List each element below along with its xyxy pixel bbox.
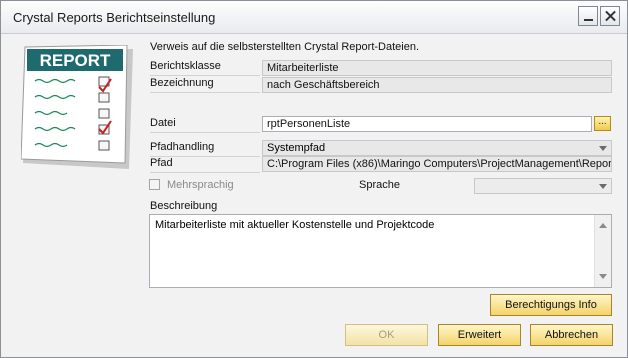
divider — [150, 172, 260, 173]
ok-button[interactable]: OK — [345, 324, 428, 346]
report-logo: REPORT — [21, 45, 133, 169]
mehrsprachig-checkbox[interactable] — [149, 179, 160, 190]
browse-button[interactable]: ... — [594, 116, 611, 131]
chevron-down-icon — [599, 184, 607, 189]
minimize-button[interactable] — [578, 6, 598, 26]
berichtsklasse-field: Mitarbeiterliste — [262, 60, 612, 76]
abbrechen-button[interactable]: Abbrechen — [530, 324, 613, 346]
divider — [150, 132, 260, 133]
scroll-down-icon[interactable] — [599, 274, 607, 279]
sprache-select[interactable] — [474, 178, 612, 194]
vertical-scrollbar[interactable] — [594, 215, 611, 287]
logo-text: REPORT — [40, 51, 111, 70]
beschreibung-text: Mitarbeiterliste mit aktueller Kostenste… — [155, 219, 435, 231]
title-bar[interactable]: Crystal Reports Berichtseinstellung — [1, 1, 627, 34]
window-title: Crystal Reports Berichtseinstellung — [13, 10, 216, 25]
intro-text: Verweis auf die selbsterstellten Crystal… — [150, 41, 420, 53]
bezeichnung-field: nach Geschäftsbereich — [262, 77, 612, 93]
pfadhandling-value: Systempfad — [267, 142, 326, 154]
berechtigungs-info-button[interactable]: Berechtigungs Info — [490, 294, 612, 316]
mehrsprachig-label: Mehrsprachig — [167, 179, 234, 191]
pfadhandling-select[interactable]: Systempfad — [262, 140, 612, 156]
datei-label: Datei — [150, 117, 176, 129]
pfadhandling-label: Pfadhandling — [150, 141, 215, 153]
bezeichnung-label: Bezeichnung — [150, 77, 214, 89]
divider — [150, 92, 260, 93]
datei-input[interactable]: rptPersonenListe — [262, 116, 592, 132]
divider — [150, 75, 260, 76]
pfad-label: Pfad — [150, 157, 173, 169]
dialog-window: Crystal Reports Berichtseinstellung REPO… — [0, 0, 628, 358]
erweitert-button[interactable]: Erweitert — [438, 324, 521, 346]
beschreibung-label: Beschreibung — [150, 200, 218, 212]
chevron-down-icon — [599, 146, 607, 151]
sprache-label: Sprache — [359, 179, 400, 191]
pfad-field: C:\Program Files (x86)\Maringo Computers… — [262, 156, 612, 172]
close-button[interactable] — [600, 6, 620, 26]
berichtsklasse-label: Berichtsklasse — [150, 60, 221, 72]
scroll-up-icon[interactable] — [599, 223, 607, 228]
beschreibung-textarea[interactable]: Mitarbeiterliste mit aktueller Kostenste… — [149, 214, 612, 288]
